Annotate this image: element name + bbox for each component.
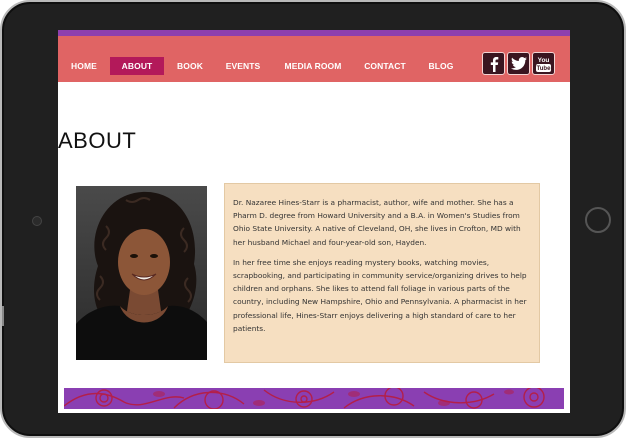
nav-item-events[interactable]: EVENTS: [218, 57, 268, 75]
nav-item-blog[interactable]: BLOG: [422, 57, 460, 75]
svg-text:Tube: Tube: [537, 66, 552, 72]
svg-text:You: You: [538, 57, 550, 64]
nav-item-book[interactable]: BOOK: [170, 57, 210, 75]
bio-text-box: Dr. Nazaree Hines-Starr is a pharmacist,…: [224, 183, 540, 363]
page-title: ABOUT: [58, 128, 137, 153]
bio-paragraph: In her free time she enjoys reading myst…: [233, 257, 527, 333]
tablet-frame: HOME ABOUT BOOK EVENTS MEDIA ROOM CONTAC…: [0, 0, 626, 438]
home-button[interactable]: [585, 207, 611, 233]
author-photo: [76, 186, 207, 360]
camera-dot: [32, 216, 42, 226]
volume-button[interactable]: [2, 306, 4, 326]
nav-item-media-room[interactable]: MEDIA ROOM: [278, 57, 348, 75]
bio-paragraph: Dr. Nazaree Hines-Starr is a pharmacist,…: [233, 198, 521, 247]
floral-banner: [64, 388, 564, 409]
website-screen: HOME ABOUT BOOK EVENTS MEDIA ROOM CONTAC…: [58, 30, 570, 413]
twitter-icon[interactable]: [507, 52, 530, 75]
youtube-icon[interactable]: You Tube: [532, 52, 555, 75]
facebook-icon[interactable]: [482, 52, 505, 75]
nav-item-contact[interactable]: CONTACT: [356, 57, 414, 75]
main-navigation: HOME ABOUT BOOK EVENTS MEDIA ROOM CONTAC…: [58, 36, 570, 82]
nav-item-home[interactable]: HOME: [66, 57, 102, 75]
nav-item-about[interactable]: ABOUT: [110, 57, 164, 75]
